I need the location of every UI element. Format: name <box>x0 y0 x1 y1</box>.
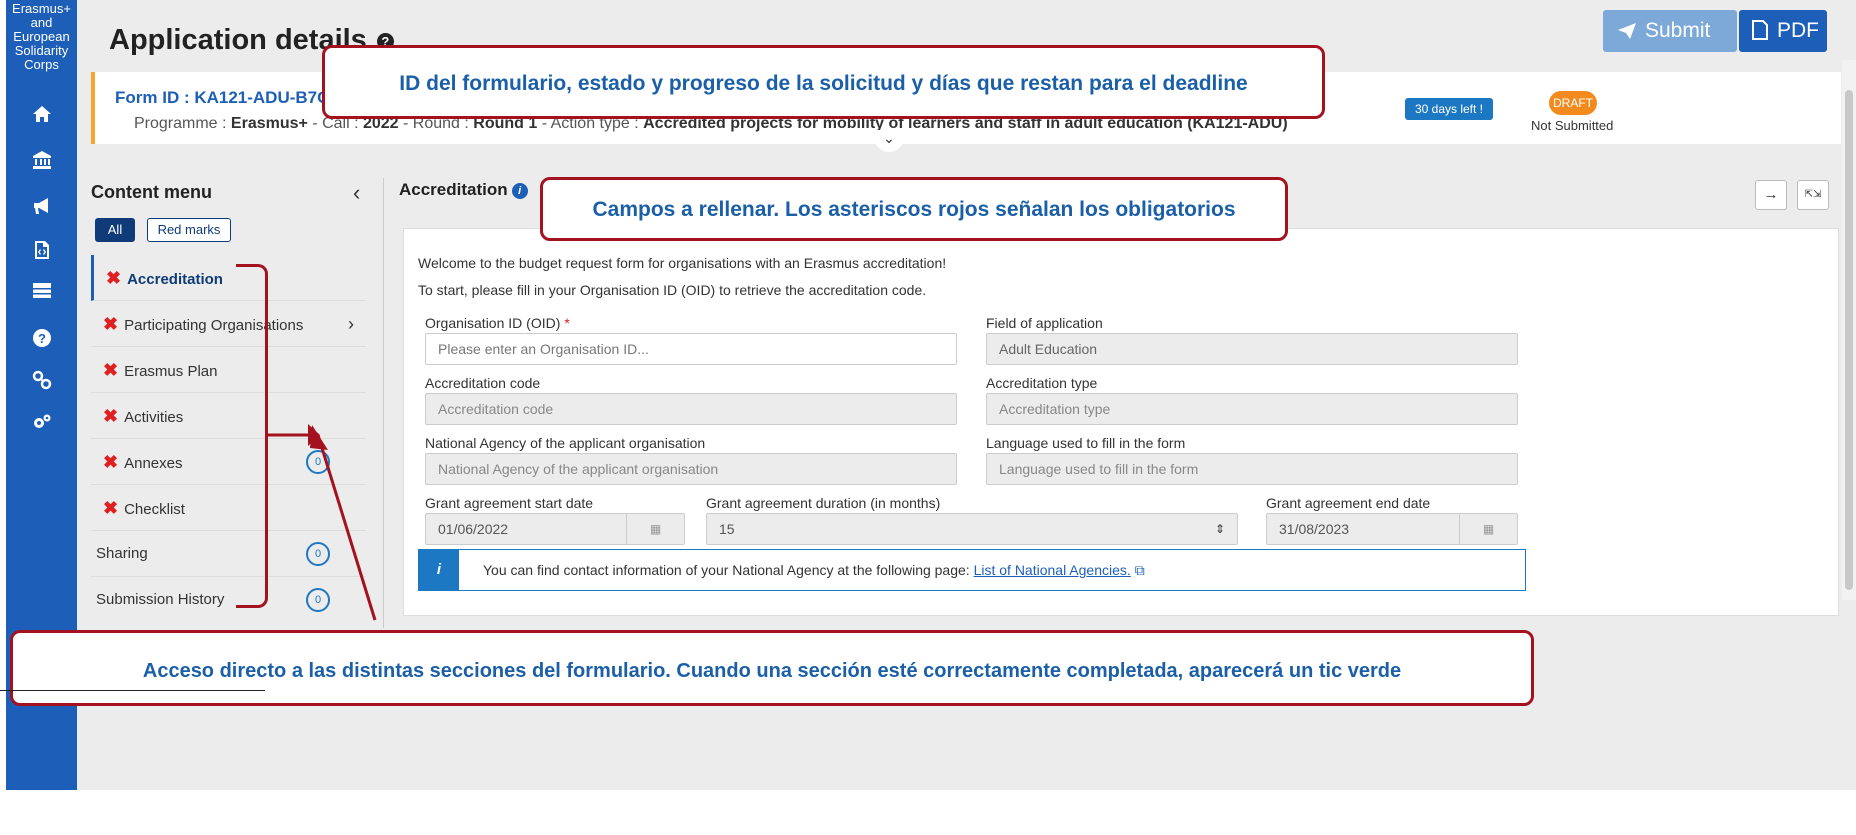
filter-red-marks-button[interactable]: Red marks <box>147 218 231 242</box>
national-agency-input: National Agency of the applicant organis… <box>425 453 957 485</box>
external-link-icon: ⧉ <box>1134 562 1145 578</box>
national-agencies-link[interactable]: List of National Agencies. <box>974 562 1131 578</box>
error-x-icon: ✖ <box>103 498 119 518</box>
calendar-icon[interactable]: ▦ <box>626 514 684 544</box>
section-title: Accreditation i <box>399 180 528 200</box>
status-badge: DRAFT <box>1549 91 1597 115</box>
chevron-left-icon[interactable]: ‹ <box>353 180 360 206</box>
intro-text: To start, please fill in your Organisati… <box>418 282 927 298</box>
select-arrows-icon: ⇕ <box>1214 522 1225 536</box>
accreditation-code-input: Accreditation code <box>425 393 957 425</box>
content-menu-title: Content menu <box>91 182 212 202</box>
error-x-icon: ✖ <box>103 406 119 426</box>
home-icon[interactable] <box>6 104 77 129</box>
settings-icon[interactable] <box>6 412 77 437</box>
chevron-down-icon[interactable]: ⌄ <box>874 130 904 152</box>
oid-input[interactable]: Please enter an Organisation ID... <box>425 333 957 365</box>
national-agency-label: National Agency of the applicant organis… <box>425 435 706 451</box>
language-input: Language used to fill in the form <box>986 453 1518 485</box>
status-text: Not Submitted <box>1531 118 1614 133</box>
accreditation-panel: Welcome to the budget request form for o… <box>403 228 1839 616</box>
menu-item-participating-organisations[interactable]: ✖ Participating Organisations › <box>91 301 366 347</box>
info-icon: i <box>419 550 459 590</box>
arrow-right-icon[interactable]: → <box>1755 180 1787 210</box>
field-of-application-label: Field of application <box>986 315 1103 331</box>
annotation-menu: Acceso directo a las distintas secciones… <box>10 630 1534 706</box>
divider <box>0 690 265 691</box>
error-x-icon: ✖ <box>103 314 119 334</box>
pdf-file-icon <box>1751 13 1769 40</box>
accreditation-type-input: Accreditation type <box>986 393 1518 425</box>
start-date-input: 01/06/2022 ▦ <box>425 513 685 545</box>
brand-label: Erasmus+ and European Solidarity Corps <box>12 1 71 72</box>
annotation-arrows <box>268 424 377 621</box>
institution-icon[interactable] <box>6 150 77 175</box>
info-icon[interactable]: i <box>511 183 528 199</box>
end-date-label: Grant agreement end date <box>1266 495 1431 511</box>
megaphone-icon[interactable] <box>6 196 77 221</box>
error-x-icon: ✖ <box>103 360 119 380</box>
scrollbar[interactable] <box>1842 60 1856 600</box>
duration-label: Grant agreement duration (in months) <box>706 495 941 511</box>
error-x-icon: ✖ <box>103 452 119 472</box>
days-left-badge: 30 days left ! <box>1405 98 1493 120</box>
chevron-right-icon: › <box>348 314 354 334</box>
intro-text: Welcome to the budget request form for o… <box>418 255 947 271</box>
annotation-form-id: ID del formulario, estado y progreso de … <box>322 45 1325 119</box>
info-alert: i You can find contact information of yo… <box>418 549 1526 591</box>
start-date-label: Grant agreement start date <box>425 495 594 511</box>
accreditation-type-label: Accreditation type <box>986 375 1098 391</box>
error-x-icon: ✖ <box>106 268 122 288</box>
menu-item-erasmus-plan[interactable]: ✖ Erasmus Plan <box>91 347 366 393</box>
help-icon[interactable]: ? <box>6 328 77 353</box>
accreditation-code-label: Accreditation code <box>425 375 541 391</box>
send-icon <box>1617 13 1637 39</box>
language-label: Language used to fill in the form <box>986 435 1186 451</box>
duration-select[interactable]: 15 ⇕ <box>706 513 1238 545</box>
expand-icon[interactable]: ⇱⇲ <box>1797 180 1829 210</box>
menu-item-accreditation[interactable]: ✖ Accreditation <box>91 255 366 301</box>
pdf-button[interactable]: PDF <box>1739 10 1827 52</box>
field-of-application-input: Adult Education <box>986 333 1518 365</box>
calendar-icon[interactable]: ▦ <box>1459 514 1517 544</box>
server-icon[interactable] <box>6 280 77 305</box>
filter-all-button[interactable]: All <box>95 218 135 242</box>
code-file-icon[interactable] <box>6 240 77 265</box>
annotation-fields: Campos a rellenar. Los asteriscos rojos … <box>540 177 1288 241</box>
svg-text:?: ? <box>38 331 46 346</box>
link-icon[interactable] <box>6 370 77 395</box>
submit-button[interactable]: Submit <box>1603 10 1737 52</box>
end-date-input: 31/08/2023 ▦ <box>1266 513 1518 545</box>
oid-label: Organisation ID (OID) * <box>425 315 570 331</box>
